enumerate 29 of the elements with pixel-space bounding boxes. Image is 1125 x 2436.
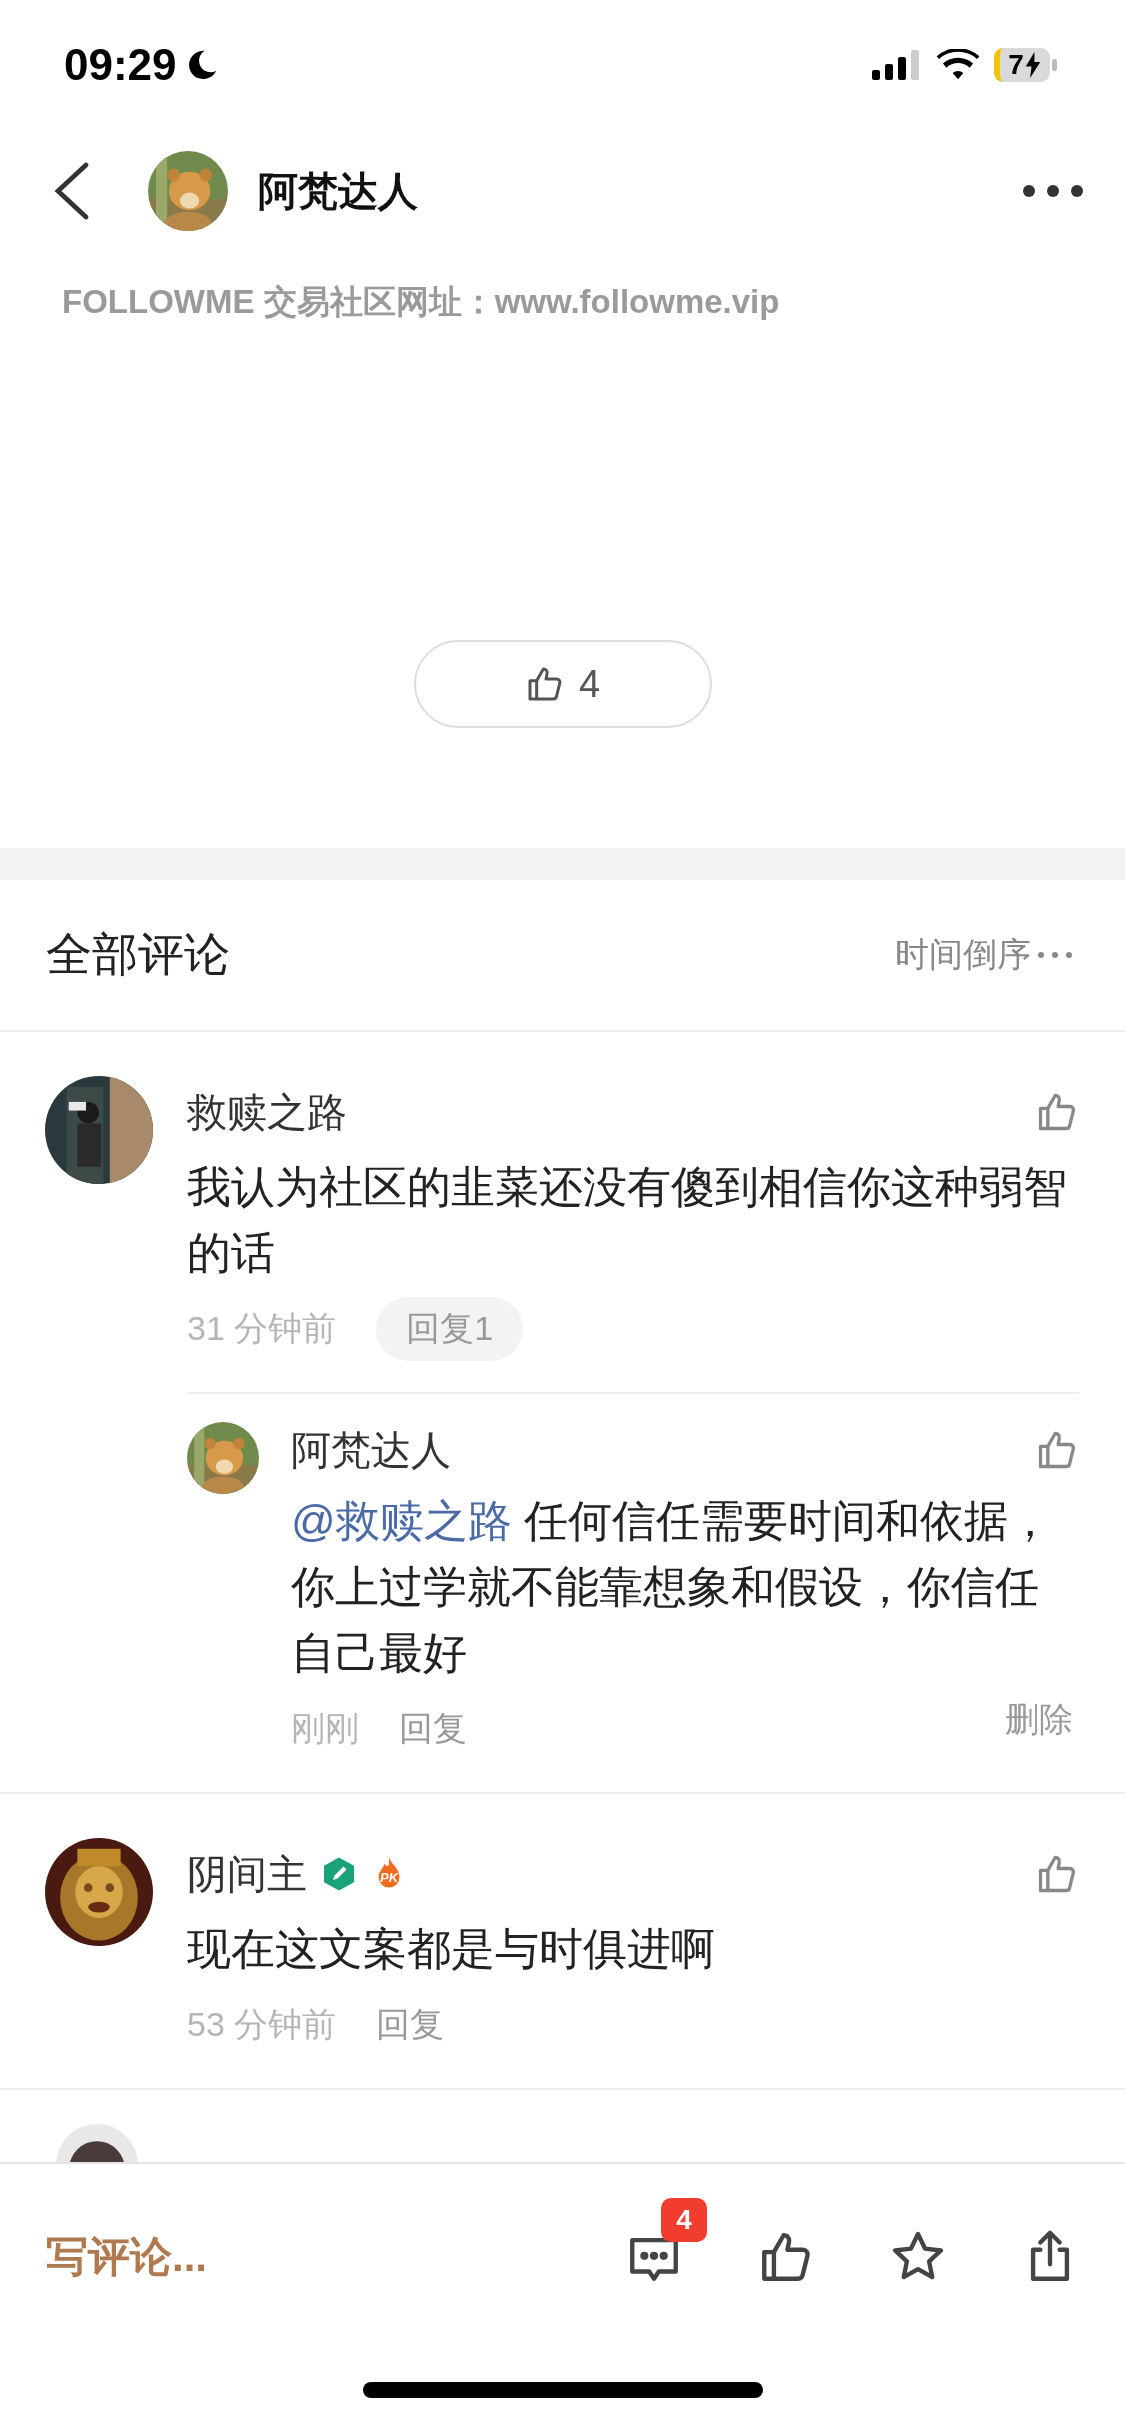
write-comment-field[interactable]: 写评论... [46,2229,625,2285]
author-name[interactable]: 阿梵达人 [258,163,1021,219]
battery-level: 7 [1008,49,1024,81]
comment-text: @救赎之路 任何信任需要时间和依据，你上过学就不能靠想象和假设，你信任自己最好 [291,1495,1053,1679]
wifi-icon [936,49,980,81]
site-text: FOLLOWME 交易社区网址：www.followme.vip [61,282,781,322]
comment-text: 现在这文案都是与时俱进啊 [187,1923,716,1975]
badge-label: PK [378,1870,400,1885]
count-badge: 4 [661,2198,707,2242]
comment-time: 31 分钟前 [187,1308,337,1349]
pencil-badge-icon [321,1856,357,1892]
mention-link[interactable]: @救赎之路 [291,1496,512,1545]
comment-time: 53 分钟前 [187,2004,337,2045]
signal-icon [872,50,922,80]
section-title: 全部评论 [46,927,230,982]
commenter-name[interactable]: 救赎之路 [187,1084,347,1140]
reply-button[interactable]: 回复 [376,2002,445,2048]
battery-cap-icon [1052,59,1057,71]
comment-text: 我认为社区的韭菜还没有傻到相信你这种弱智的话 [187,1161,1068,1279]
more-icon[interactable] [1021,183,1085,199]
like-button[interactable]: 4 [413,640,712,728]
commenter-name[interactable]: 阴间主 [187,1846,307,1902]
status-time: 09:29 [64,40,177,90]
reply-button[interactable]: 回复 [399,1706,467,1752]
commenter-name[interactable]: 阿梵达人 [291,1422,451,1478]
sort-button[interactable]: 时间倒序 [889,931,1079,979]
more-dots-icon [1037,951,1073,959]
comment-time: 刚刚 [291,1708,359,1749]
delete-button[interactable]: 删除 [999,1696,1079,1744]
